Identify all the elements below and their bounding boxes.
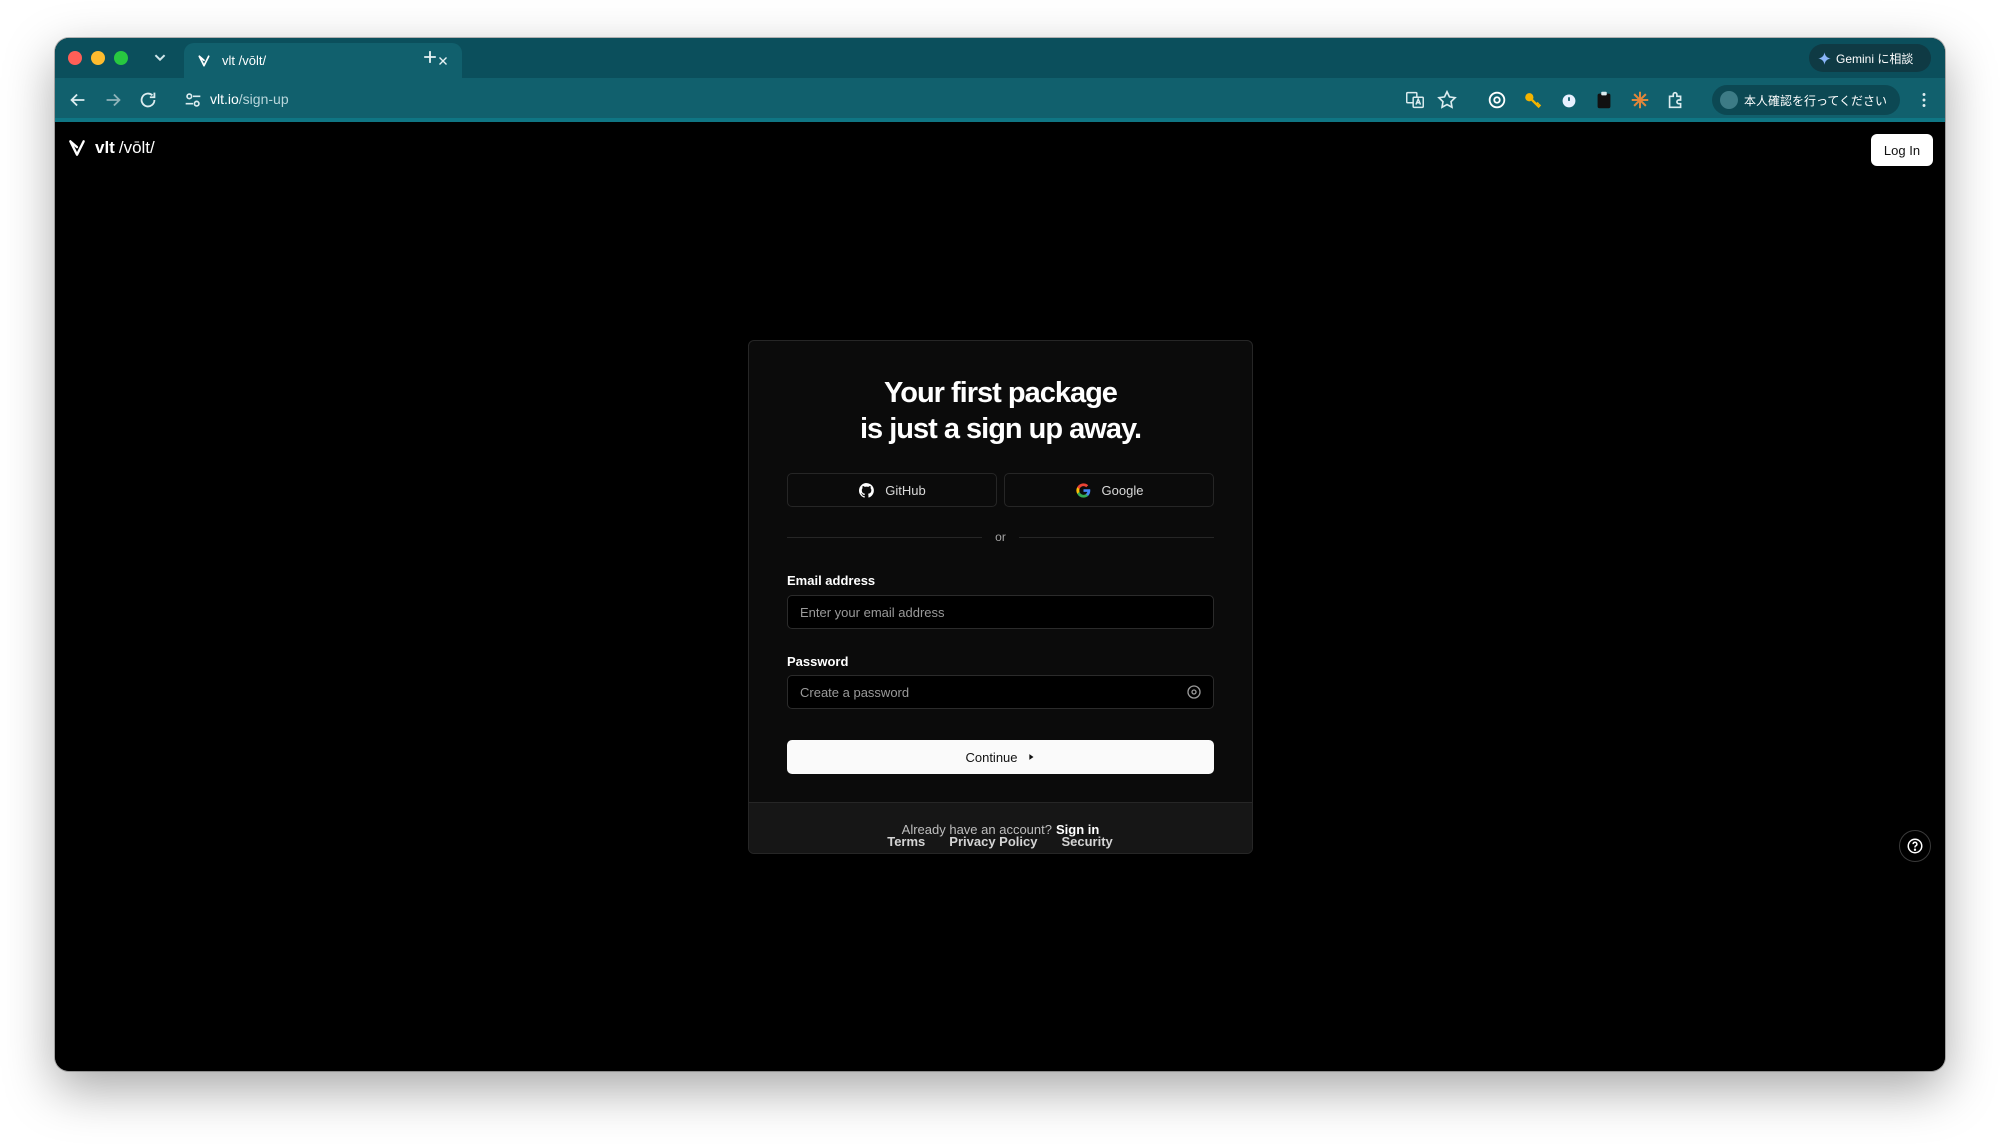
title-line-2: is just a sign up away. — [859, 413, 1142, 445]
close-window-button[interactable] — [68, 51, 82, 65]
google-label: Google — [1101, 482, 1144, 498]
avatar — [1720, 91, 1738, 109]
page-content: vlt /vōlt/ Log In Your first package is … — [55, 122, 1945, 1071]
bookmark-star-icon[interactable] — [1436, 89, 1458, 111]
gemini-label: Gemini に相談 — [1836, 51, 1914, 66]
extensions-puzzle-icon[interactable] — [1665, 89, 1687, 111]
password-manager-icon[interactable] — [1486, 89, 1508, 111]
terms-link[interactable]: Terms — [887, 834, 925, 849]
eye-icon[interactable] — [1186, 684, 1202, 700]
minimize-window-button[interactable] — [91, 51, 105, 65]
title-line-1: Your first package — [884, 377, 1118, 409]
footer-links: Terms Privacy Policy Security — [55, 834, 1945, 849]
github-signup-button[interactable]: GitHub — [787, 473, 997, 507]
security-link[interactable]: Security — [1061, 834, 1112, 849]
google-icon — [1075, 482, 1090, 498]
profile-label: 本人確認を行ってください — [1744, 93, 1888, 108]
timer-extension-icon[interactable] — [1558, 89, 1580, 111]
login-button[interactable]: Log In — [1871, 134, 1933, 166]
address-path: /sign-up — [238, 91, 289, 107]
privacy-policy-link[interactable]: Privacy Policy — [949, 834, 1037, 849]
address-bar[interactable]: vlt.io/sign-up — [210, 91, 289, 107]
new-tab-plus-icon[interactable] — [420, 47, 440, 67]
browser-window: vlt /vōlt/ Gemini に相談 vlt.io/sign-up 本人確… — [55, 38, 1945, 1071]
reload-icon[interactable] — [137, 89, 159, 111]
site-settings-icon[interactable] — [182, 89, 204, 111]
maximize-window-button[interactable] — [114, 51, 128, 65]
signup-card: Your first package is just a sign up awa… — [748, 340, 1253, 854]
divider-right — [1019, 537, 1214, 538]
translate-icon[interactable] — [1404, 89, 1426, 111]
email-field[interactable] — [787, 595, 1214, 629]
continue-button[interactable]: Continue — [787, 740, 1214, 774]
gemini-button[interactable]: Gemini に相談 — [1809, 44, 1931, 72]
help-button[interactable] — [1899, 830, 1931, 862]
help-question-icon — [1907, 838, 1923, 854]
brand-logo-link[interactable]: vlt /vōlt/ — [67, 138, 155, 158]
vlt-logo-icon — [198, 54, 210, 67]
sunburst-extension-icon[interactable] — [1629, 89, 1651, 111]
chevron-down-icon[interactable] — [149, 46, 171, 68]
sparkle-icon — [1818, 51, 1831, 65]
tab-title: vlt /vōlt/ — [222, 53, 267, 68]
google-signup-button[interactable]: Google — [1004, 473, 1214, 507]
address-domain: vlt.io — [210, 91, 239, 107]
browser-toolbar: vlt.io/sign-up 本人確認を行ってください — [55, 78, 1945, 122]
password-label: Password — [787, 654, 849, 669]
signup-title: Your first package is just a sign up awa… — [749, 375, 1252, 447]
github-icon — [859, 482, 875, 498]
github-label: GitHub — [885, 482, 926, 498]
email-label: Email address — [787, 573, 876, 588]
brand-pronunciation: /vōlt/ — [118, 138, 155, 157]
back-arrow-icon[interactable] — [67, 89, 89, 111]
vlt-logo-icon — [69, 140, 85, 156]
more-menu-icon[interactable] — [1913, 89, 1935, 111]
forward-arrow-icon[interactable] — [102, 89, 124, 111]
key-extension-icon[interactable] — [1522, 89, 1544, 111]
clipboard-extension-icon[interactable] — [1593, 89, 1615, 111]
continue-label: Continue — [965, 749, 1018, 765]
brand-name: vlt — [95, 138, 115, 157]
password-field[interactable] — [787, 675, 1214, 709]
profile-button[interactable]: 本人確認を行ってください — [1712, 85, 1900, 115]
tab-strip: vlt /vōlt/ Gemini に相談 — [55, 38, 1945, 78]
caret-right-icon — [1028, 754, 1034, 760]
